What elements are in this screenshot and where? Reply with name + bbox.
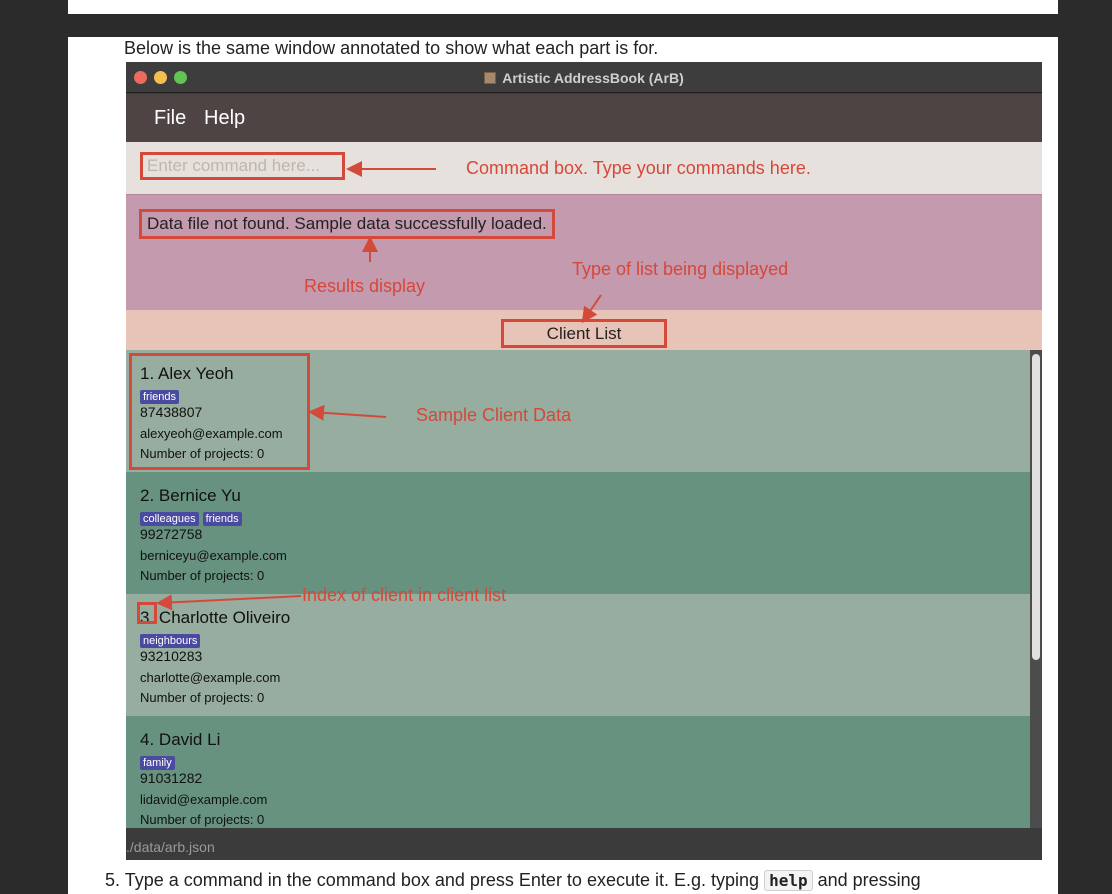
step-text-continued: and pressing <box>817 870 921 890</box>
step-number: 5. <box>105 870 121 890</box>
app-window: Artistic AddressBook (ArB) File Help Dat… <box>126 62 1042 860</box>
list-type-arrow <box>581 294 602 324</box>
annotation-index: Index of client in client list <box>302 585 507 605</box>
step-text: Type a command in the command box and pr… <box>124 870 760 890</box>
annotation-command-box: Command box. Type your commands here. <box>466 158 811 178</box>
step-5-paragraph: 5. Type a command in the command box and… <box>105 870 921 891</box>
intro-paragraph: Below is the same window annotated to sh… <box>124 38 659 58</box>
annotation-results-display: Results display <box>304 276 426 296</box>
inline-code-help: help <box>764 870 813 891</box>
sample-data-arrow <box>308 404 387 421</box>
index-arrow <box>156 594 302 611</box>
annotation-sample-data: Sample Client Data <box>416 405 572 425</box>
documentation-page: Below is the same window annotated to sh… <box>68 37 1058 894</box>
annotation-list-type: Type of list being displayed <box>572 259 789 279</box>
annotation-arrows <box>156 161 602 611</box>
previous-page-section <box>68 0 1058 14</box>
